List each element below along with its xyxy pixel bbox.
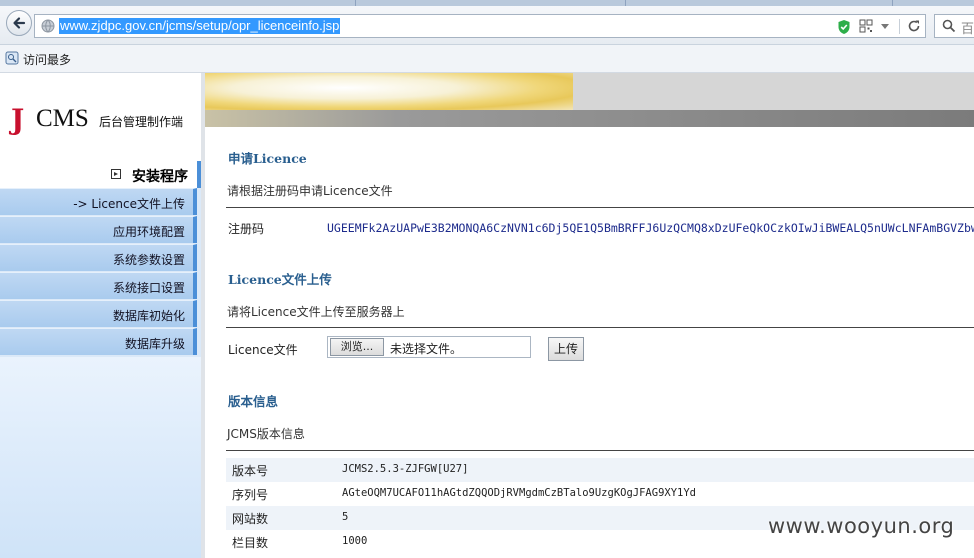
shield-icon[interactable] — [837, 19, 851, 35]
sidebar-item-label: 数据库初始化 — [112, 309, 185, 323]
reg-code-value: UGEEMFk2AzUAPwE3B2MONQA6CzNVN1c6Dj5QE1Q5… — [327, 221, 974, 235]
table-row: 版本号 JCMS2.5.3-ZJFGW[U27] — [226, 458, 974, 482]
search-input[interactable]: 百 — [961, 18, 974, 37]
reload-icon[interactable] — [907, 19, 921, 33]
serial-value: AGteOQM7UCAFO11hAGtdZQQODjRVMgdmCzBTalo9… — [342, 487, 697, 499]
qr-code-icon[interactable] — [859, 19, 873, 33]
sidebar-item-app-env[interactable]: 应用环境配置 — [0, 216, 197, 243]
licence-upload-title: Licence文件上传 — [228, 272, 332, 287]
watermark: www.wooyun.org — [768, 514, 955, 538]
reg-code-label: 注册码 — [228, 222, 265, 236]
table-row: 序列号 AGteOQM7UCAFO11hAGtdZQQODjRVMgdmCzBT… — [226, 482, 974, 506]
arrow-left-icon — [13, 17, 26, 29]
divider — [226, 207, 974, 208]
search-icon — [942, 19, 956, 33]
sidebar-item-system-params[interactable]: 系统参数设置 — [0, 244, 197, 271]
sidebar-item-licence-upload[interactable]: -> Licence文件上传 — [0, 188, 197, 215]
sidebar: J CMS 后台管理制作端 安装程序 -> Licence文件上传 应用环境配置… — [0, 73, 201, 558]
header-banner — [205, 73, 974, 127]
site-count-value: 5 — [342, 511, 349, 523]
site-count-key: 网站数 — [232, 512, 269, 526]
serial-key: 序列号 — [232, 488, 269, 502]
upload-button[interactable]: 上传 — [548, 337, 584, 361]
browse-button[interactable]: 浏览... — [330, 338, 384, 356]
apply-licence-desc: 请根据注册码申请Licence文件 — [227, 184, 393, 198]
version-table: 版本号 JCMS2.5.3-ZJFGW[U27] 序列号 AGteOQM7UCA… — [226, 458, 974, 554]
play-square-icon — [111, 169, 121, 179]
sidebar-item-label: -> Licence文件上传 — [73, 197, 185, 211]
divider — [899, 19, 900, 34]
sidebar-item-label: 数据库升级 — [124, 337, 185, 351]
column-count-key: 栏目数 — [232, 536, 269, 550]
version-info-desc: JCMS版本信息 — [227, 427, 305, 441]
url-text[interactable]: www.zjdpc.gov.cn/jcms/setup/opr_licencei… — [59, 18, 341, 34]
logo-cms: CMS — [36, 105, 89, 132]
licence-file-label: Licence文件 — [228, 343, 298, 357]
chevron-down-icon[interactable] — [879, 19, 891, 33]
apply-licence-title: 申请Licence — [228, 151, 307, 166]
address-bar[interactable]: www.zjdpc.gov.cn/jcms/setup/opr_licencei… — [34, 14, 926, 38]
bookmarks-bar: 访问最多 — [0, 45, 974, 73]
navigation-toolbar: www.zjdpc.gov.cn/jcms/setup/opr_licencei… — [0, 6, 974, 45]
divider — [226, 450, 974, 451]
frame-divider[interactable] — [201, 73, 205, 558]
back-button[interactable] — [6, 10, 32, 36]
licence-upload-desc: 请将Licence文件上传至服务器上 — [227, 305, 405, 319]
search-bar[interactable]: 百 — [934, 14, 974, 38]
logo: J CMS 后台管理制作端 — [0, 73, 201, 161]
bookmark-folder-icon — [5, 51, 19, 65]
no-file-text: 未选择文件。 — [390, 342, 463, 356]
logo-subtitle: 后台管理制作端 — [99, 115, 184, 129]
divider — [226, 327, 974, 328]
sidebar-item-label: 应用环境配置 — [112, 225, 185, 239]
version-key: 版本号 — [232, 464, 269, 478]
sidebar-item-label: 系统接口设置 — [112, 281, 185, 295]
menu-title-label: 安装程序 — [132, 169, 188, 185]
logo-j: J — [11, 103, 25, 136]
sidebar-item-label: 系统参数设置 — [112, 253, 185, 267]
sidebar-item-db-init[interactable]: 数据库初始化 — [0, 300, 197, 327]
sidebar-item-db-upgrade[interactable]: 数据库升级 — [0, 328, 197, 355]
licence-file-input[interactable]: 浏览... 未选择文件。 — [327, 336, 531, 358]
sidebar-background — [0, 357, 201, 558]
version-value: JCMS2.5.3-ZJFGW[U27] — [342, 463, 469, 475]
menu-title: 安装程序 — [0, 161, 201, 188]
version-info-title: 版本信息 — [228, 394, 279, 409]
banner-bar — [205, 110, 974, 127]
column-count-value: 1000 — [342, 535, 368, 547]
globe-icon — [41, 19, 55, 33]
sidebar-item-system-interface[interactable]: 系统接口设置 — [0, 272, 197, 299]
bookmark-most-visited[interactable]: 访问最多 — [23, 51, 71, 68]
banner-panel — [573, 73, 974, 110]
banner-image — [205, 73, 573, 110]
